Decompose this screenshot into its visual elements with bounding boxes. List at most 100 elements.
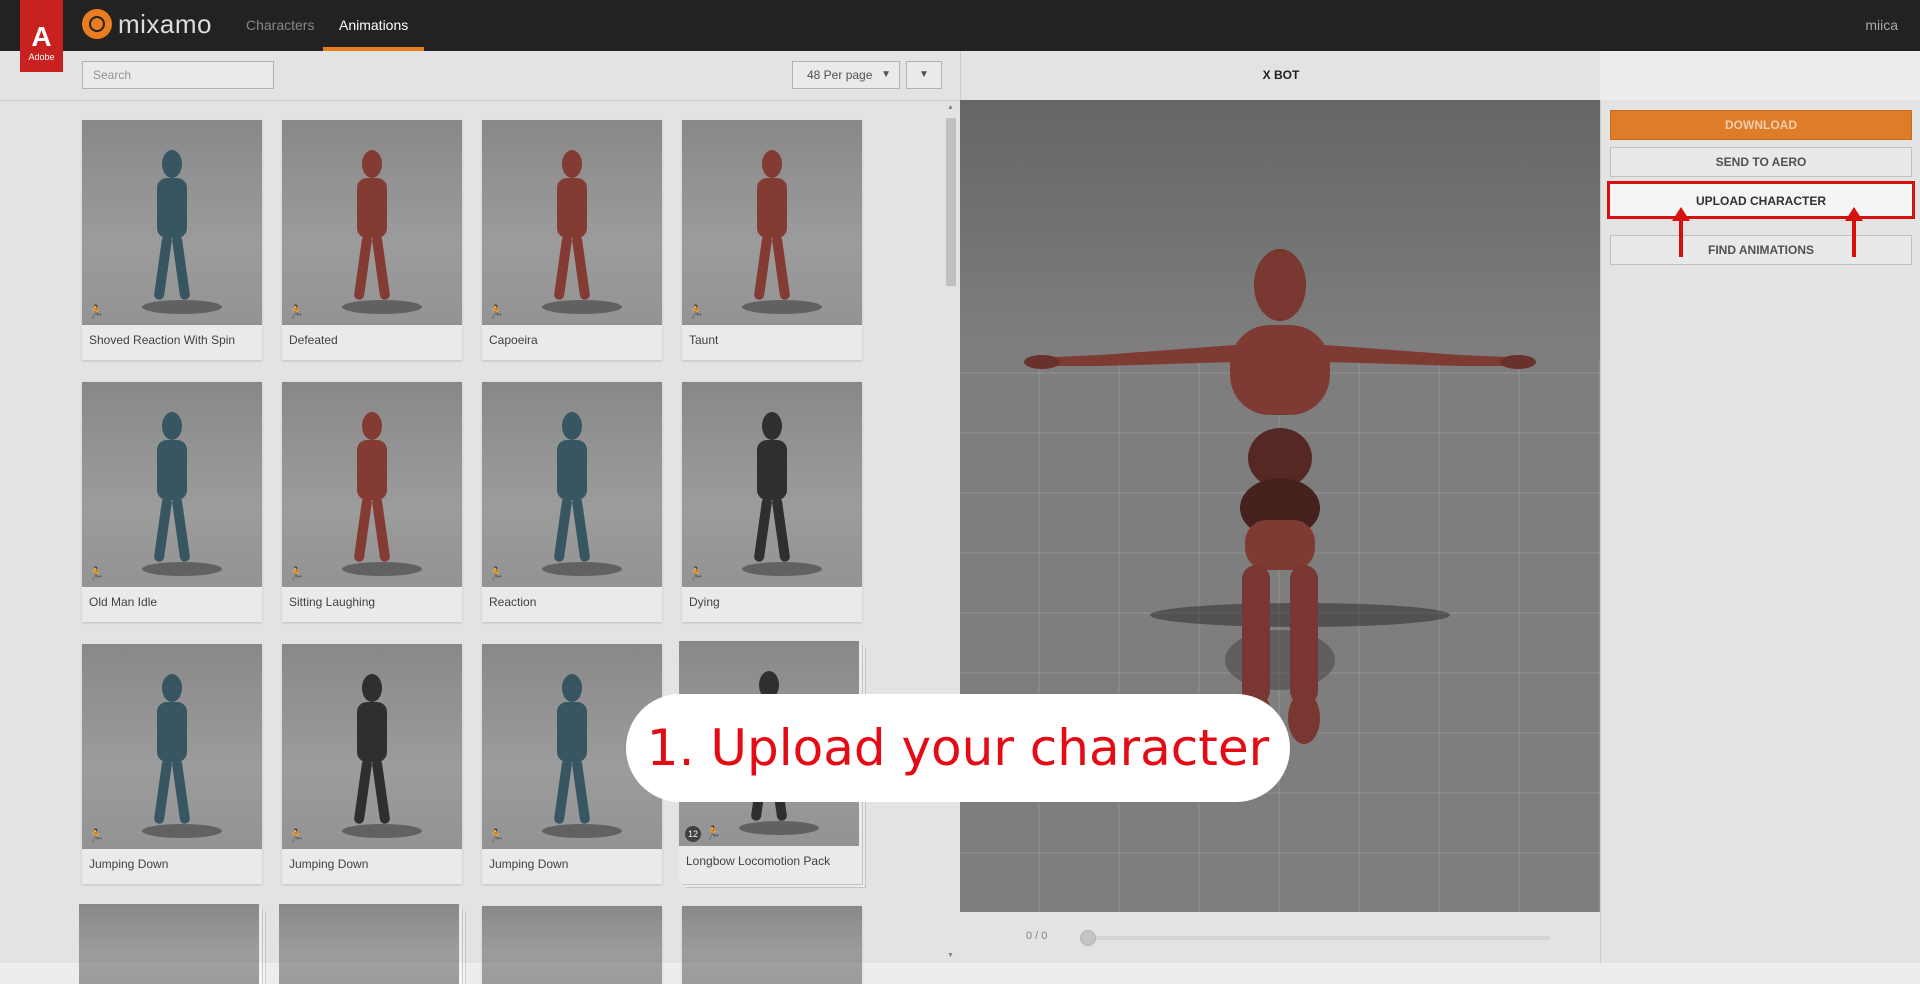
animation-name: Shoved Reaction With Spin (89, 333, 236, 347)
adobe-label: Adobe (28, 52, 55, 62)
animation-card[interactable]: 🏃 Dying (682, 382, 862, 622)
upload-character-button[interactable]: UPLOAD CHARACTER (1607, 181, 1915, 219)
character-figure (752, 150, 792, 301)
animation-thumbnail: 🏃 (82, 644, 262, 849)
character-shadow (542, 824, 622, 838)
animation-thumbnail (279, 904, 459, 984)
search-input[interactable]: Search (82, 61, 274, 89)
animation-thumbnail: 🏃 (282, 382, 462, 587)
character-shadow (342, 300, 422, 314)
browser-toolbar: Search 48 Per page ▼ ▼ (0, 51, 960, 101)
mixamo-logo-icon (82, 9, 112, 39)
character-figure (152, 412, 192, 563)
animation-thumbnail: 🏃 (482, 120, 662, 325)
animation-card[interactable]: 🏃 Sitting Laughing (282, 382, 462, 622)
character-figure (552, 674, 592, 825)
animation-card[interactable]: 🏃 Defeated (282, 120, 462, 360)
character-shadow (142, 824, 222, 838)
character-figure (352, 150, 392, 301)
animation-thumbnail (79, 904, 259, 984)
animation-name: Jumping Down (89, 857, 169, 871)
animation-card[interactable] (279, 904, 459, 984)
character-figure (352, 674, 392, 825)
running-figure-icon: 🏃 (705, 825, 722, 840)
character-figure (552, 412, 592, 563)
character-figure (552, 150, 592, 301)
animation-card[interactable]: 🏃 Taunt (682, 120, 862, 360)
animation-browser: Search 48 Per page ▼ ▼ ▲ ▼ 🏃 Shoved React… (0, 51, 960, 984)
running-figure-icon: 🏃 (488, 304, 505, 319)
animation-name: Old Man Idle (89, 595, 158, 609)
running-figure-icon: 🏃 (88, 566, 105, 581)
running-figure-icon: 🏃 (288, 566, 305, 581)
animation-name: Jumping Down (489, 857, 569, 871)
timeline-track[interactable] (1082, 936, 1550, 940)
scroll-down-icon[interactable]: ▼ (947, 952, 954, 959)
scroll-up-icon[interactable]: ▲ (947, 104, 954, 111)
animation-name: Reaction (489, 595, 537, 609)
character-shadow (542, 300, 622, 314)
caret-down-icon: ▼ (919, 69, 929, 80)
per-page-select[interactable]: 48 Per page ▼ (792, 61, 900, 89)
pack-count-badge: 12 (685, 826, 701, 842)
character-shadow (342, 562, 422, 576)
animation-name: Capoeira (489, 333, 538, 347)
character-name: X BOT (1262, 68, 1300, 82)
animation-name: Sitting Laughing (289, 595, 376, 609)
find-animations-button[interactable]: FIND ANIMATIONS (1610, 235, 1912, 265)
character-shadow (739, 821, 819, 835)
running-figure-icon: 🏃 (688, 566, 705, 581)
animation-thumbnail: 🏃 (282, 644, 462, 849)
animation-card[interactable]: 🏃 Jumping Down (82, 644, 262, 884)
animation-thumbnail: 🏃 (482, 382, 662, 587)
animation-card[interactable] (682, 906, 862, 984)
scrollbar-thumb[interactable] (946, 118, 956, 286)
viewer-header: X BOT (960, 51, 1920, 101)
scrollbar[interactable]: ▲ ▼ (945, 104, 957, 959)
running-figure-icon: 🏃 (288, 828, 305, 843)
character-figure (152, 674, 192, 825)
user-menu[interactable]: miica (1865, 0, 1898, 51)
adobe-logo[interactable]: A Adobe (20, 0, 63, 72)
animation-thumbnail: 🏃 (82, 120, 262, 325)
character-figure (152, 150, 192, 301)
action-panel: DOWNLOAD SEND TO AERO UPLOAD CHARACTER F… (1600, 100, 1920, 963)
running-figure-icon: 🏃 (488, 828, 505, 843)
tab-characters[interactable]: Characters (246, 0, 314, 51)
playback-time: 0 / 0 (1026, 930, 1048, 942)
playback-timeline: 0 / 0 (960, 912, 1600, 963)
animation-card[interactable]: 🏃 Capoeira (482, 120, 662, 360)
send-to-aero-button[interactable]: SEND TO AERO (1610, 147, 1912, 177)
top-nav-bar: A Adobe mixamo Characters Animations mii… (0, 0, 1920, 72)
adobe-a-icon: A (31, 21, 52, 52)
tab-animations[interactable]: Animations (323, 0, 425, 51)
character-shadow (742, 300, 822, 314)
animation-name: Dying (689, 595, 720, 609)
animation-card[interactable]: 🏃 Jumping Down (282, 644, 462, 884)
animation-card[interactable] (79, 904, 259, 984)
character-figure (352, 412, 392, 563)
running-figure-icon: 🏃 (88, 304, 105, 319)
animation-name: Longbow Locomotion Pack (686, 854, 831, 868)
animation-card[interactable] (482, 906, 662, 984)
character-figure (752, 412, 792, 563)
chevron-down-icon: ▼ (881, 69, 891, 80)
download-button[interactable]: DOWNLOAD (1610, 110, 1912, 140)
mixamo-wordmark: mixamo (118, 8, 213, 39)
mixamo-logo[interactable]: mixamo (82, 8, 212, 40)
animation-card[interactable]: 🏃 Shoved Reaction With Spin (82, 120, 262, 360)
character-shadow (142, 300, 222, 314)
animation-card[interactable]: 🏃 Reaction (482, 382, 662, 622)
running-figure-icon: 🏃 (288, 304, 305, 319)
running-figure-icon: 🏃 (688, 304, 705, 319)
timeline-scrubber[interactable] (1080, 930, 1096, 946)
character-shadow (142, 562, 222, 576)
arrow-up-icon (1672, 207, 1690, 257)
running-figure-icon: 🏃 (488, 566, 505, 581)
animation-card[interactable]: 🏃 Old Man Idle (82, 382, 262, 622)
animation-thumbnail: 🏃 (282, 120, 462, 325)
sort-dropdown-button[interactable]: ▼ (906, 61, 942, 89)
animation-name: Defeated (289, 333, 338, 347)
tutorial-callout: 1. Upload your character (630, 698, 1286, 798)
per-page-value: 48 Per page (807, 68, 873, 82)
